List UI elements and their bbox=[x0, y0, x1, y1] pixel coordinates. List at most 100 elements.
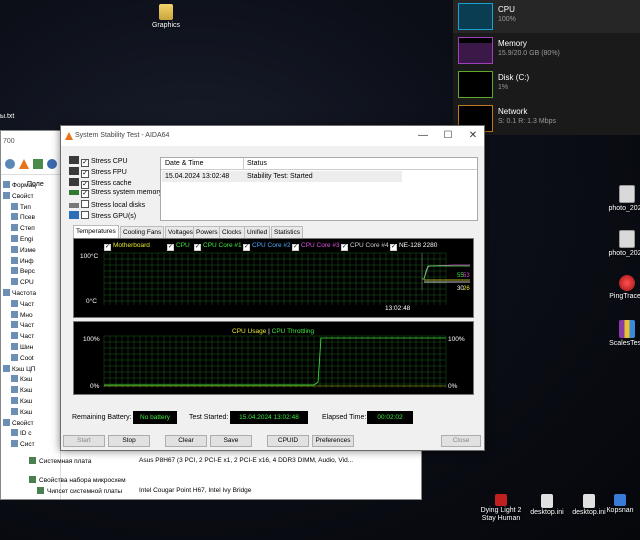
tree-item[interactable]: Кэш bbox=[11, 397, 32, 407]
stress-memory-checkbox[interactable]: ✓ bbox=[81, 190, 89, 198]
maximize-button[interactable]: ☐ bbox=[436, 129, 460, 143]
legend-nvme[interactable]: ✓ NE-128 2280 bbox=[390, 242, 437, 251]
stress-disks-checkbox[interactable] bbox=[81, 200, 89, 208]
stress-memory-option[interactable]: ✓ Stress system memory bbox=[69, 189, 162, 200]
tm-memory-row[interactable]: Memory 15.9/20.0 GB (80%) bbox=[453, 34, 640, 67]
minimize-button[interactable]: — bbox=[411, 129, 435, 143]
stress-gpu-checkbox[interactable] bbox=[81, 211, 89, 219]
property-field: Системная плата bbox=[29, 457, 91, 465]
legend-checkbox[interactable]: ✓ bbox=[341, 244, 348, 251]
toolbar-refresh-icon[interactable] bbox=[19, 159, 29, 169]
legend-cpu-core-3[interactable]: ✓ CPU Core #3 bbox=[292, 242, 340, 251]
legend-cpu[interactable]: ✓ CPU bbox=[167, 242, 190, 251]
toolbar-gear-icon[interactable] bbox=[5, 159, 15, 169]
tree-item[interactable]: Шин bbox=[11, 343, 33, 353]
toolbar-user-icon[interactable] bbox=[47, 159, 57, 169]
tab-powers[interactable]: Powers bbox=[193, 226, 221, 238]
property-row[interactable]: Свойства набора микросхем bbox=[29, 476, 419, 487]
desktop-icon-label: Кopsnan bbox=[606, 507, 634, 514]
tree-node-icon bbox=[11, 407, 18, 415]
stop-button[interactable]: Stop bbox=[108, 435, 150, 447]
temp-y-min: 0°C bbox=[86, 298, 97, 305]
tree-item[interactable]: Тип bbox=[11, 202, 31, 213]
stress-cpu-option[interactable]: ✓ Stress CPU bbox=[69, 156, 162, 167]
tab-cooling-fans[interactable]: Cooling Fans bbox=[120, 226, 165, 238]
legend-cpu-core-4[interactable]: ✓ CPU Core #4 bbox=[341, 242, 389, 251]
desktop-icon-graphics[interactable]: Graphics bbox=[139, 4, 193, 30]
tree-item-label: Мно bbox=[20, 311, 33, 319]
status-log[interactable]: Date & Time Status 15.04.2024 13:02:48 S… bbox=[160, 157, 478, 221]
tab-temperatures[interactable]: Temperatures bbox=[73, 225, 119, 238]
tree-item[interactable]: Свойст bbox=[3, 418, 34, 429]
log-row[interactable]: 15.04.2024 13:02:48 Stability Test: Star… bbox=[162, 171, 402, 182]
tree-item[interactable]: Псев bbox=[11, 213, 35, 223]
tree-node-icon bbox=[11, 440, 18, 448]
log-col-status[interactable]: Status bbox=[247, 160, 267, 167]
stress-cache-option[interactable]: ✓ Stress cache bbox=[69, 178, 162, 189]
stress-gpu-option[interactable]: Stress GPU(s) bbox=[69, 211, 162, 222]
save-button[interactable]: Save bbox=[210, 435, 252, 447]
stress-cache-checkbox[interactable]: ✓ bbox=[81, 181, 89, 189]
stress-fpu-option[interactable]: ✓ Stress FPU bbox=[69, 167, 162, 178]
desktop-icon-scalestest[interactable]: ScalesTest. bbox=[600, 320, 640, 348]
properties-header: Поле bbox=[27, 181, 44, 188]
stress-cpu-label: Stress CPU bbox=[91, 158, 128, 165]
tree-item[interactable]: Част bbox=[11, 332, 34, 342]
tree-node-icon bbox=[11, 299, 18, 307]
tree-item[interactable]: Кэш bbox=[11, 375, 32, 385]
legend-checkbox[interactable]: ✓ bbox=[390, 244, 397, 251]
tab-statistics[interactable]: Statistics bbox=[271, 226, 304, 238]
desktop-icon-kopsnap[interactable]: Кopsnan bbox=[600, 494, 640, 515]
desktop-icon-pingtracer[interactable]: PingTracer. bbox=[600, 275, 640, 301]
tree-item[interactable]: Част bbox=[11, 299, 34, 310]
tab-unified[interactable]: Unified bbox=[244, 226, 271, 238]
start-button[interactable]: Start bbox=[63, 435, 105, 447]
desktop-icon-photo-2023[interactable]: photo_2023 bbox=[600, 230, 640, 258]
tree-item[interactable]: Кэш bbox=[11, 386, 32, 396]
log-col-date[interactable]: Date & Time bbox=[165, 160, 204, 167]
legend-checkbox[interactable]: ✓ bbox=[194, 244, 201, 251]
tree-item[interactable]: Верс bbox=[11, 267, 35, 277]
legend-motherboard[interactable]: ✓ Motherboard bbox=[104, 242, 150, 251]
legend-checkbox[interactable]: ✓ bbox=[243, 244, 250, 251]
tree-item[interactable]: Степ bbox=[11, 224, 35, 234]
close-window-button[interactable]: ✕ bbox=[461, 129, 485, 143]
tm-cpu-row[interactable]: CPU 100% bbox=[453, 0, 640, 33]
tree-item[interactable]: CPU bbox=[11, 278, 34, 288]
tree-item[interactable]: Мно bbox=[11, 310, 33, 321]
left-file-label[interactable]: ы.txt bbox=[0, 113, 14, 120]
legend-checkbox[interactable]: ✓ bbox=[292, 244, 299, 251]
tree-item[interactable]: Coot bbox=[11, 353, 34, 364]
disk-drive-icon bbox=[69, 203, 79, 208]
stress-cpu-checkbox[interactable]: ✓ bbox=[81, 159, 89, 167]
legend-cpu-core-1[interactable]: ✓ CPU Core #1 bbox=[194, 242, 242, 251]
property-row[interactable]: Чипсет системной платы Intel Cougar Poin… bbox=[29, 487, 419, 498]
tab-voltages[interactable]: Voltages bbox=[165, 226, 196, 238]
tree-item[interactable]: Сист bbox=[11, 440, 35, 450]
close-button[interactable]: Close bbox=[441, 435, 481, 447]
toolbar-report-icon[interactable] bbox=[33, 159, 43, 169]
tree-item[interactable]: Кэш bbox=[11, 407, 32, 418]
tm-disk-row[interactable]: Disk (C:) 1% bbox=[453, 68, 640, 101]
stress-memory-label: Stress system memory bbox=[91, 189, 163, 196]
preferences-button[interactable]: Preferences bbox=[312, 435, 354, 447]
cpuid-button[interactable]: CPUID bbox=[267, 435, 309, 447]
tab-clocks[interactable]: Clocks bbox=[219, 226, 245, 238]
tree-item[interactable]: Инф bbox=[11, 256, 34, 267]
clear-button[interactable]: Clear bbox=[165, 435, 207, 447]
tree-item[interactable]: Engi bbox=[11, 235, 33, 245]
tree-item[interactable]: Изме bbox=[11, 245, 36, 256]
legend-checkbox[interactable]: ✓ bbox=[104, 244, 111, 251]
tree-item[interactable]: ID с bbox=[11, 429, 32, 439]
tree-item[interactable]: Частота bbox=[3, 289, 36, 299]
desktop-icon-photo-2022[interactable]: photo_2022 bbox=[600, 185, 640, 213]
legend-checkbox[interactable]: ✓ bbox=[167, 244, 174, 251]
legend-cpu-core-2[interactable]: ✓ CPU Core #2 bbox=[243, 242, 291, 251]
stress-disks-option[interactable]: Stress local disks bbox=[69, 200, 162, 211]
tree-item[interactable]: Кэш ЦП bbox=[3, 364, 36, 375]
stability-titlebar[interactable]: System Stability Test - AIDA64 — ☐ ✕ bbox=[61, 126, 484, 146]
stress-fpu-checkbox[interactable]: ✓ bbox=[81, 170, 89, 178]
tree-item[interactable]: Свойст bbox=[3, 191, 34, 202]
tree-item[interactable]: Част bbox=[11, 321, 34, 331]
property-row[interactable]: Системная плата Asus P8H67 (3 PCI, 2 PCI… bbox=[29, 457, 419, 468]
